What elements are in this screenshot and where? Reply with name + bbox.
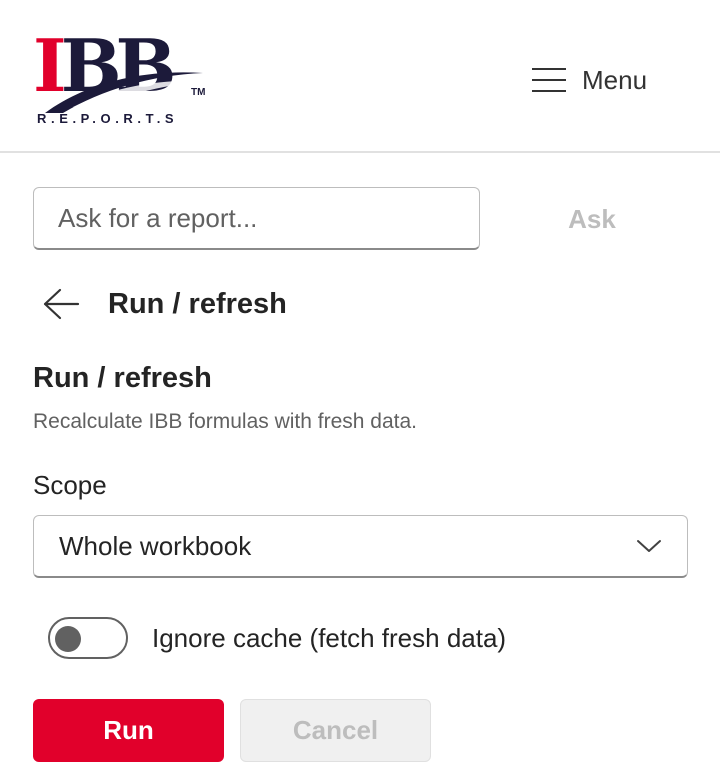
cancel-button[interactable]: Cancel: [240, 699, 431, 762]
arrow-left-icon[interactable]: [40, 283, 82, 325]
ignore-cache-label: Ignore cache (fetch fresh data): [152, 622, 507, 653]
report-search-input[interactable]: [33, 187, 480, 250]
section-title: Run / refresh: [33, 362, 212, 394]
menu-button[interactable]: Menu: [532, 60, 647, 100]
run-button[interactable]: Run: [33, 699, 224, 762]
page-header: Run / refresh: [40, 280, 287, 328]
ask-button[interactable]: Ask: [540, 195, 644, 243]
page-title: Run / refresh: [108, 287, 287, 320]
hamburger-icon: [532, 68, 566, 92]
scope-dropdown[interactable]: Whole workbook: [33, 515, 688, 578]
menu-label: Menu: [582, 64, 648, 95]
ignore-cache-toggle[interactable]: [48, 617, 128, 659]
ibb-reports-logo: IBB TM R.E.P.O.R.T.S: [33, 30, 213, 129]
header: IBB TM R.E.P.O.R.T.S Menu: [0, 0, 720, 153]
scope-selected-value: Whole workbook: [59, 530, 252, 561]
chevron-down-icon: [637, 540, 661, 552]
ignore-cache-option: Ignore cache (fetch fresh data): [48, 617, 506, 659]
logo-swoosh-icon: [45, 72, 205, 113]
logo-trademark: TM: [191, 87, 206, 98]
scope-label: Scope: [33, 470, 107, 500]
toggle-knob: [55, 626, 81, 652]
section-description: Recalculate IBB formulas with fresh data…: [33, 410, 418, 433]
logo-tagline: R.E.P.O.R.T.S: [37, 111, 179, 126]
